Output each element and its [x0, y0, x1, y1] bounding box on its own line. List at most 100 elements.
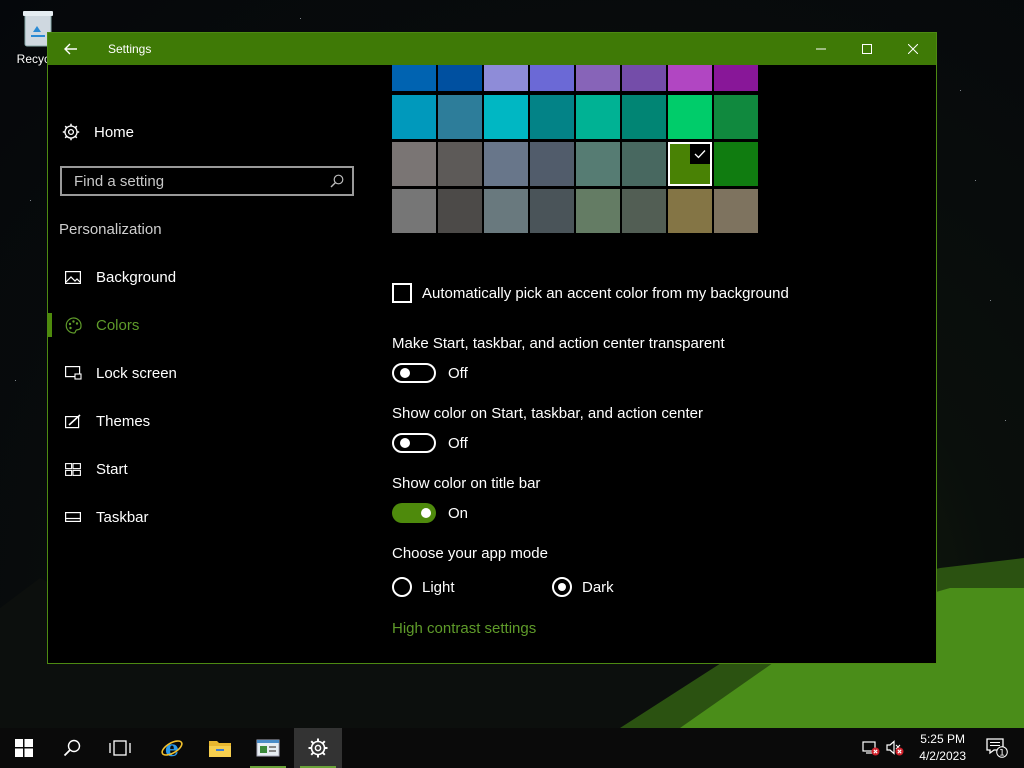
accent-color-swatch[interactable] [484, 142, 528, 186]
high-contrast-link[interactable]: High contrast settings [392, 620, 536, 637]
sidebar-item-label: Themes [96, 412, 151, 430]
sidebar-item-start[interactable]: Start [48, 449, 368, 489]
settings-taskbar-button[interactable] [294, 728, 342, 768]
accent-color-swatch[interactable] [668, 65, 712, 91]
accent-color-swatch[interactable] [392, 65, 436, 91]
sidebar-item-label: Lock screen [96, 364, 177, 382]
volume-tray[interactable] [886, 728, 904, 768]
file-explorer-button[interactable] [196, 728, 244, 768]
colors-content: Automatically pick an accent color from … [392, 65, 932, 663]
lock-screen-icon [64, 364, 82, 382]
accent-color-swatch[interactable] [576, 95, 620, 139]
accent-color-swatch[interactable] [622, 95, 666, 139]
sidebar-item-colors[interactable]: Colors [48, 305, 368, 345]
sidebar-item-label: Taskbar [96, 508, 149, 526]
accent-color-swatch[interactable] [714, 189, 758, 233]
search-icon[interactable] [330, 174, 344, 188]
network-disconnected-icon [862, 741, 880, 756]
show-color-start-toggle-row[interactable]: Off [392, 433, 468, 453]
auto-accent-label: Automatically pick an accent color from … [422, 284, 789, 302]
accent-color-swatch[interactable] [530, 142, 574, 186]
sidebar-item-themes[interactable]: Themes [48, 401, 368, 441]
accent-color-swatch[interactable] [484, 95, 528, 139]
windows-logo-icon [15, 739, 33, 757]
network-tray[interactable] [862, 728, 880, 768]
sidebar-item-lock-screen[interactable]: Lock screen [48, 353, 368, 393]
sidebar-item-background[interactable]: Background [48, 257, 368, 297]
sidebar-item-taskbar[interactable]: Taskbar [48, 497, 368, 537]
section-title: Personalization [59, 221, 162, 238]
gear-icon [62, 123, 80, 141]
search-box[interactable] [60, 166, 354, 196]
minimize-icon [816, 48, 826, 50]
accent-color-swatch[interactable] [576, 65, 620, 91]
show-color-titlebar-toggle[interactable] [392, 503, 436, 523]
accent-color-swatch[interactable] [438, 65, 482, 91]
search-input[interactable] [72, 171, 316, 191]
auto-accent-checkbox-row[interactable]: Automatically pick an accent color from … [392, 283, 789, 303]
show-color-titlebar-toggle-row[interactable]: On [392, 503, 468, 523]
accent-color-swatch[interactable] [438, 189, 482, 233]
transparency-toggle[interactable] [392, 363, 436, 383]
nav-home[interactable]: Home [62, 123, 134, 141]
app-mode-dark-option[interactable]: Dark [552, 577, 614, 597]
server-manager-button[interactable] [244, 728, 292, 768]
sidebar-item-label: Colors [96, 316, 140, 334]
accent-color-swatch[interactable] [392, 95, 436, 139]
back-button[interactable] [48, 33, 94, 65]
internet-explorer-button[interactable]: e [148, 728, 196, 768]
close-icon [908, 44, 918, 54]
start-button[interactable] [0, 728, 48, 768]
volume-muted-icon [886, 740, 904, 756]
accent-color-swatch[interactable] [530, 189, 574, 233]
accent-color-swatch[interactable] [714, 65, 758, 91]
accent-color-swatch[interactable] [484, 189, 528, 233]
minimize-button[interactable] [798, 33, 844, 65]
accent-color-swatch[interactable] [622, 142, 666, 186]
task-view-button[interactable] [96, 728, 144, 768]
show-color-titlebar-label: Show color on title bar [392, 475, 541, 492]
accent-color-swatch[interactable] [576, 142, 620, 186]
accent-color-swatch[interactable] [668, 95, 712, 139]
sidebar-item-label: Start [96, 460, 128, 478]
accent-color-swatch[interactable] [530, 65, 574, 91]
accent-color-swatch[interactable] [484, 65, 528, 91]
accent-color-swatch[interactable] [576, 189, 620, 233]
clock-date: 4/2/2023 [919, 749, 966, 763]
accent-color-swatch[interactable] [438, 142, 482, 186]
accent-color-swatch[interactable] [530, 95, 574, 139]
settings-window: Settings Home Find a setting Personaliza… [47, 32, 937, 664]
title-bar: Settings [48, 33, 936, 65]
accent-color-swatch[interactable] [392, 142, 436, 186]
action-center-button[interactable]: 1 [982, 728, 1012, 768]
back-arrow-icon [64, 43, 77, 55]
dark-radio[interactable] [552, 577, 572, 597]
gear-icon [308, 738, 328, 758]
auto-accent-checkbox[interactable] [392, 283, 412, 303]
picture-icon [64, 268, 82, 286]
close-button[interactable] [890, 33, 936, 65]
show-color-start-label: Show color on Start, taskbar, and action… [392, 405, 704, 422]
taskbar: e 5:25 PM 4/2/2023 1 [0, 728, 1024, 768]
accent-color-swatch[interactable] [392, 189, 436, 233]
app-mode-light-option[interactable]: Light [392, 577, 455, 597]
accent-color-swatch[interactable] [622, 189, 666, 233]
transparency-toggle-row[interactable]: Off [392, 363, 468, 383]
accent-color-swatch[interactable] [714, 142, 758, 186]
sidebar: Home Personalization Background Colors [48, 65, 378, 663]
show-color-start-toggle[interactable] [392, 433, 436, 453]
maximize-button[interactable] [844, 33, 890, 65]
accent-color-swatch[interactable] [438, 95, 482, 139]
clock[interactable]: 5:25 PM 4/2/2023 [919, 731, 966, 765]
taskbar-search-button[interactable] [48, 728, 96, 768]
light-radio[interactable] [392, 577, 412, 597]
light-radio-label: Light [422, 578, 455, 596]
show-color-start-state: Off [448, 434, 468, 452]
accent-color-swatch[interactable] [668, 189, 712, 233]
window-title: Settings [108, 42, 152, 56]
accent-color-swatch[interactable] [668, 142, 712, 186]
task-view-icon [109, 740, 131, 756]
search-icon [63, 739, 81, 757]
accent-color-swatch[interactable] [714, 95, 758, 139]
accent-color-swatch[interactable] [622, 65, 666, 91]
